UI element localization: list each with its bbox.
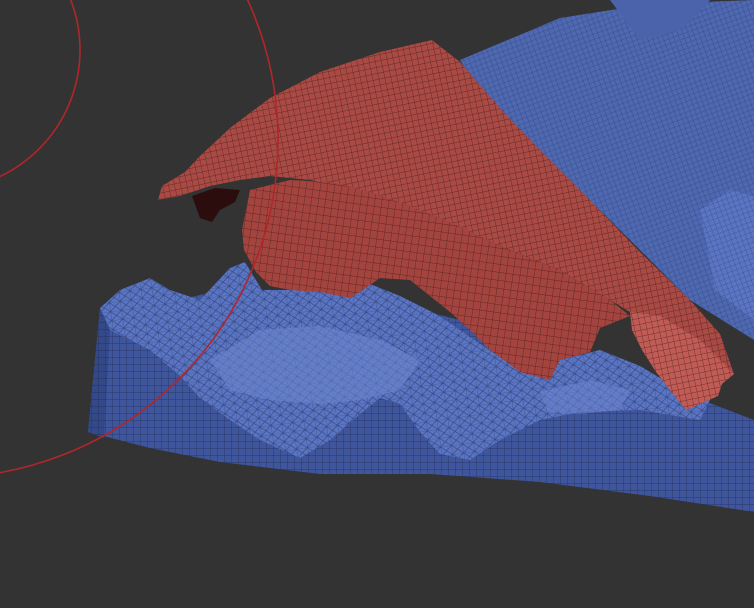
3d-viewport[interactable] [0,0,754,608]
gizmo-ring-small [0,0,81,178]
viewport-scene[interactable] [0,0,754,608]
